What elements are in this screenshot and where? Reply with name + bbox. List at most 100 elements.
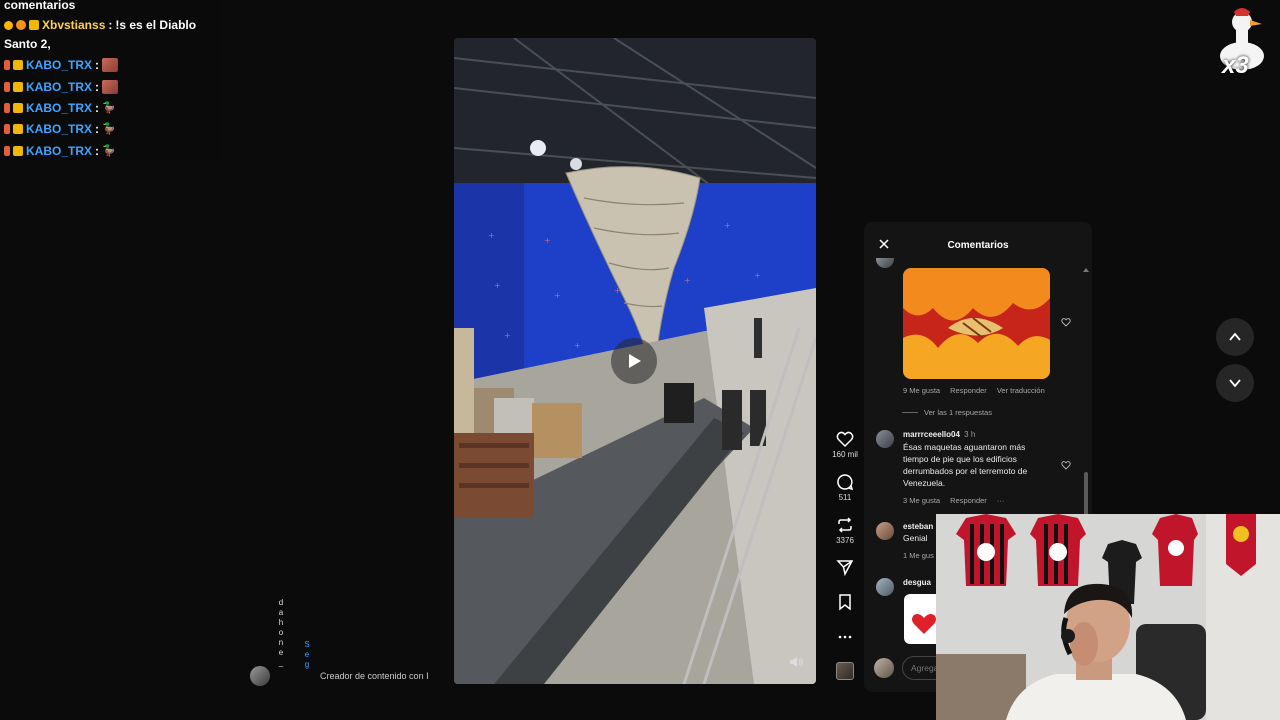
comment-username[interactable]: esteban	[903, 522, 933, 531]
chat-username[interactable]: Xbvstianss	[42, 18, 105, 32]
chat-message-continuation: Santo 2,	[4, 37, 51, 51]
svg-text:+: +	[724, 221, 731, 230]
current-user-avatar	[874, 658, 894, 678]
comment-meta: 1 Me gus	[903, 551, 934, 560]
comment-meta: 3 Me gusta Responder ···	[903, 496, 1004, 505]
svg-text:+: +	[504, 331, 511, 340]
like-action[interactable]: 160 mil	[830, 430, 860, 459]
scrollbar-thumb[interactable]	[1084, 472, 1088, 516]
duck-emote-icon: 🦆	[102, 102, 116, 114]
comment-like-icon[interactable]	[1061, 317, 1071, 327]
send-icon	[836, 560, 854, 576]
comment-likes: 3 Me gusta	[903, 496, 941, 505]
view-replies-label: Ver las 1 respuestas	[924, 408, 992, 417]
comment-icon	[837, 474, 854, 491]
chat-separator: :	[108, 18, 113, 32]
chat-message: KABO_TRX : 🦆	[4, 101, 116, 115]
chat-username[interactable]: KABO_TRX	[26, 80, 92, 94]
reply-link[interactable]: Responder	[950, 386, 987, 395]
chat-username[interactable]: KABO_TRX	[26, 144, 92, 158]
svg-text:+: +	[494, 281, 501, 290]
svg-text:+: +	[684, 276, 691, 285]
next-video-button[interactable]	[1216, 364, 1254, 402]
emote-face-icon	[102, 58, 119, 72]
comment-action[interactable]: 511	[830, 473, 860, 502]
arrow-badge-icon	[4, 60, 10, 70]
comment-count: 511	[838, 493, 852, 502]
avatar[interactable]	[876, 430, 894, 448]
repost-action[interactable]: 3376	[830, 516, 860, 545]
reply-link[interactable]: Responder	[950, 496, 987, 505]
comment-meta: 9 Me gusta Responder Ver traducción	[903, 386, 1045, 395]
chat-separator: :	[95, 101, 100, 115]
audio-thumbnail[interactable]	[836, 662, 854, 680]
svg-text:+: +	[574, 341, 581, 350]
comments-title: Comentarios	[947, 240, 1009, 251]
repost-count: 3376	[836, 536, 854, 545]
previous-video-button[interactable]	[1216, 318, 1254, 356]
creator-handle-vertical: dahone_	[278, 598, 284, 667]
svg-text:+: +	[544, 236, 551, 245]
chat-separator: :	[95, 58, 100, 72]
play-icon	[629, 354, 641, 368]
chat-message: Xbvstianss : !s es el Diablo	[4, 18, 196, 32]
chat-separator: :	[95, 144, 100, 158]
creator-avatar[interactable]	[250, 666, 270, 686]
chat-text: Santo 2,	[4, 37, 51, 51]
sub-badge-icon	[13, 82, 23, 92]
stream-chat-overlay: comentarios Xbvstianss : !s es el Diablo…	[0, 0, 220, 160]
comment-text: Genial	[903, 533, 928, 543]
view-replies[interactable]: Ver las 1 respuestas	[902, 408, 992, 417]
comment-likes: 9 Me gusta	[903, 386, 941, 395]
save-action[interactable]	[830, 593, 860, 613]
more-options-icon[interactable]: ···	[997, 496, 1005, 505]
svg-text:+: +	[754, 271, 761, 280]
play-button[interactable]	[611, 338, 657, 384]
chat-username[interactable]: KABO_TRX	[26, 101, 92, 115]
avatar[interactable]	[876, 522, 894, 540]
avatar[interactable]	[876, 578, 894, 596]
duck-badge-text: x3	[1222, 52, 1249, 79]
translate-link[interactable]: Ver traducción	[997, 386, 1045, 395]
avatar[interactable]	[876, 258, 894, 268]
sub-badge-icon	[13, 124, 23, 134]
sub-badge-icon	[13, 60, 23, 70]
sub-badge-icon	[13, 146, 23, 156]
svg-text:+: +	[554, 291, 561, 300]
arrow-badge-icon	[4, 82, 10, 92]
volume-icon[interactable]	[788, 654, 804, 670]
comment-gif[interactable]	[903, 268, 1050, 379]
share-action[interactable]	[830, 558, 860, 578]
sub-badge-icon	[13, 103, 23, 113]
repost-icon	[838, 517, 852, 533]
chat-message: KABO_TRX : 🦆	[4, 144, 116, 158]
bookmark-icon	[839, 594, 851, 611]
arrow-badge-icon	[4, 146, 10, 156]
comment-like-icon[interactable]	[1061, 460, 1071, 470]
streamer-webcam	[936, 514, 1280, 720]
chat-text: !s es el Diablo	[115, 18, 197, 32]
svg-text:+: +	[488, 231, 495, 240]
emote-face-icon	[102, 80, 119, 94]
sword-badge-icon	[4, 20, 13, 30]
chevron-up-icon	[1229, 332, 1241, 341]
chat-separator: :	[95, 122, 100, 136]
chat-message: KABO_TRX :	[4, 58, 119, 72]
comment-time: 3 h	[964, 430, 976, 439]
chat-username[interactable]: KABO_TRX	[26, 122, 92, 136]
more-action[interactable]	[830, 628, 860, 648]
chat-username[interactable]: KABO_TRX	[26, 58, 92, 72]
comment-username[interactable]: desgua	[903, 578, 931, 587]
chat-message: KABO_TRX :	[4, 80, 119, 94]
like-count: 160 mil	[832, 450, 858, 459]
creator-info[interactable]: Creador de contenido con I	[250, 666, 429, 686]
duck-emote-icon: 🦆	[102, 123, 116, 135]
creator-bio: Creador de contenido con I	[320, 671, 429, 681]
chat-message: KABO_TRX : 🦆	[4, 122, 116, 136]
sub-badge-icon	[29, 20, 39, 30]
heart-icon	[836, 431, 854, 448]
chevron-down-icon	[1229, 379, 1241, 388]
chat-separator: :	[95, 80, 100, 94]
more-icon	[838, 635, 852, 639]
comment-username[interactable]: marrrceeello04 3 h	[903, 430, 975, 439]
